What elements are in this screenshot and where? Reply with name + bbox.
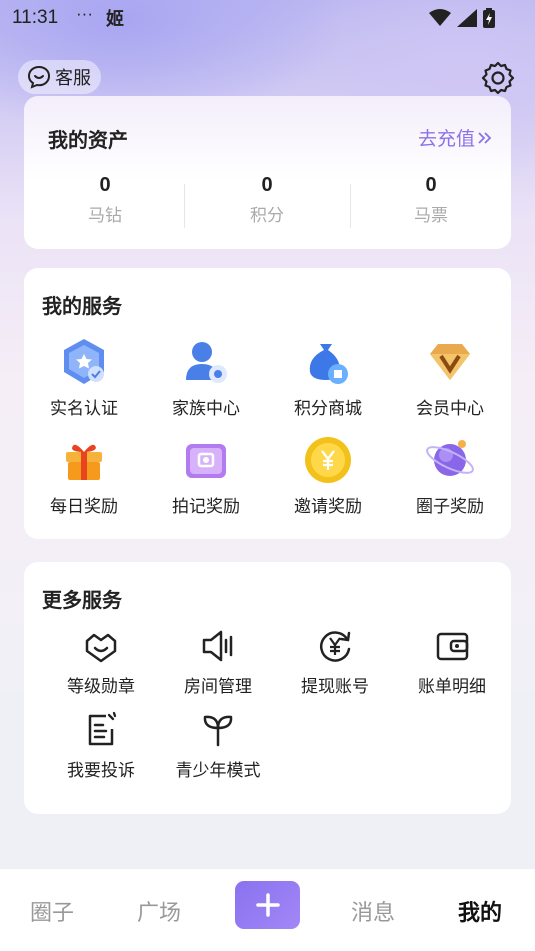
asset-value: 0 xyxy=(99,174,111,196)
service-label: 每日奖励 xyxy=(50,497,118,517)
more-item-room-manage[interactable]: 房间管理 xyxy=(158,626,278,697)
tab-mine[interactable]: 我的 xyxy=(458,895,502,927)
more-label: 提现账号 xyxy=(301,677,369,697)
more-label: 房间管理 xyxy=(184,677,252,697)
service-label: 积分商城 xyxy=(294,399,362,419)
service-label: 实名认证 xyxy=(50,399,118,419)
create-post-button[interactable] xyxy=(235,881,300,929)
recharge-label: 去充值 xyxy=(417,128,475,150)
more-label: 青少年模式 xyxy=(175,761,261,781)
more-label: 账单明细 xyxy=(418,677,486,697)
assets-card: 我的资产 去充值 0 马钻 0 积分 0 马票 xyxy=(24,96,511,249)
diamond-v-icon xyxy=(430,344,470,380)
customer-service-label: 客服 xyxy=(55,68,91,89)
assets-title: 我的资产 xyxy=(48,128,128,152)
family-user-icon xyxy=(186,342,227,383)
service-item-vip[interactable]: 会员中心 xyxy=(390,336,510,419)
service-item-points-mall[interactable]: 积分商城 xyxy=(268,336,388,419)
asset-value: 0 xyxy=(261,174,273,196)
more-item-bill-detail[interactable]: 账单明细 xyxy=(392,626,512,697)
planet-icon xyxy=(426,440,474,476)
double-chevron-right-icon xyxy=(478,131,492,144)
more-item-medal[interactable]: 等级勋章 xyxy=(41,626,161,697)
my-services-card: 我的服务 实名认证 家族中心 积分商城 会员中心 每日奖励 拍记奖励 邀请奖励 … xyxy=(24,268,511,539)
status-app-icon: 姬 xyxy=(106,9,124,30)
status-time: 11:31 xyxy=(12,7,59,28)
signal-icon xyxy=(457,9,477,27)
gift-box-icon xyxy=(66,444,102,480)
recharge-link[interactable]: 去充值 xyxy=(418,124,493,151)
chat-bubble-icon xyxy=(27,65,51,89)
complaint-note-icon xyxy=(88,711,117,746)
more-services-title: 更多服务 xyxy=(42,588,122,612)
service-label: 家族中心 xyxy=(172,399,240,419)
tab-circle[interactable]: 圈子 xyxy=(30,895,74,927)
more-services-card: 更多服务 等级勋章 房间管理 提现账号 账单明细 我要投诉 青少年模式 xyxy=(24,562,511,814)
more-label: 我要投诉 xyxy=(67,761,135,781)
asset-value: 0 xyxy=(425,174,437,196)
service-item-photo-reward[interactable]: 拍记奖励 xyxy=(146,434,266,517)
asset-label: 马票 xyxy=(414,206,448,226)
service-label: 邀请奖励 xyxy=(294,497,362,517)
tab-square[interactable]: 广场 xyxy=(137,895,181,927)
service-item-verify[interactable]: 实名认证 xyxy=(24,336,144,419)
gear-icon xyxy=(481,61,515,95)
service-item-family[interactable]: 家族中心 xyxy=(146,336,266,419)
service-item-circle-reward[interactable]: 圈子奖励 xyxy=(390,434,510,517)
asset-label: 马钻 xyxy=(88,206,122,226)
asset-ticket[interactable]: 0 马票 xyxy=(350,174,512,226)
status-icons xyxy=(429,8,495,28)
services-title: 我的服务 xyxy=(42,294,122,318)
wallet-icon xyxy=(436,632,469,661)
yuan-coin-icon xyxy=(305,437,351,483)
status-bar: 11:31 ··· 姬 xyxy=(0,0,535,36)
bottom-tab-bar: 圈子 广场 消息 我的 xyxy=(0,869,535,951)
points-bag-icon xyxy=(309,344,348,384)
customer-service-button[interactable]: 客服 xyxy=(18,60,101,94)
service-item-daily-reward[interactable]: 每日奖励 xyxy=(24,434,144,517)
plus-icon xyxy=(255,893,280,917)
more-item-complaint[interactable]: 我要投诉 xyxy=(41,710,161,781)
service-label: 拍记奖励 xyxy=(172,497,240,517)
status-more-dots: ··· xyxy=(76,4,93,23)
sprout-icon xyxy=(203,715,233,747)
verify-badge-icon xyxy=(64,339,104,384)
tab-messages[interactable]: 消息 xyxy=(351,895,395,927)
service-item-invite-reward[interactable]: 邀请奖励 xyxy=(268,434,388,517)
more-item-youth-mode[interactable]: 青少年模式 xyxy=(158,710,278,781)
service-label: 圈子奖励 xyxy=(416,497,484,517)
speaker-icon xyxy=(202,630,233,662)
camera-icon xyxy=(186,444,226,478)
more-label: 等级勋章 xyxy=(67,677,135,697)
battery-icon xyxy=(483,8,495,28)
service-label: 会员中心 xyxy=(416,399,484,419)
divider xyxy=(184,184,185,228)
asset-label: 积分 xyxy=(250,206,284,226)
asset-points[interactable]: 0 积分 xyxy=(186,174,348,226)
withdraw-yuan-icon xyxy=(320,631,351,662)
medal-icon xyxy=(85,633,117,663)
wifi-icon xyxy=(429,9,451,26)
more-item-withdraw-account[interactable]: 提现账号 xyxy=(275,626,395,697)
asset-diamond[interactable]: 0 马钻 xyxy=(24,174,186,226)
settings-button[interactable] xyxy=(481,61,515,99)
